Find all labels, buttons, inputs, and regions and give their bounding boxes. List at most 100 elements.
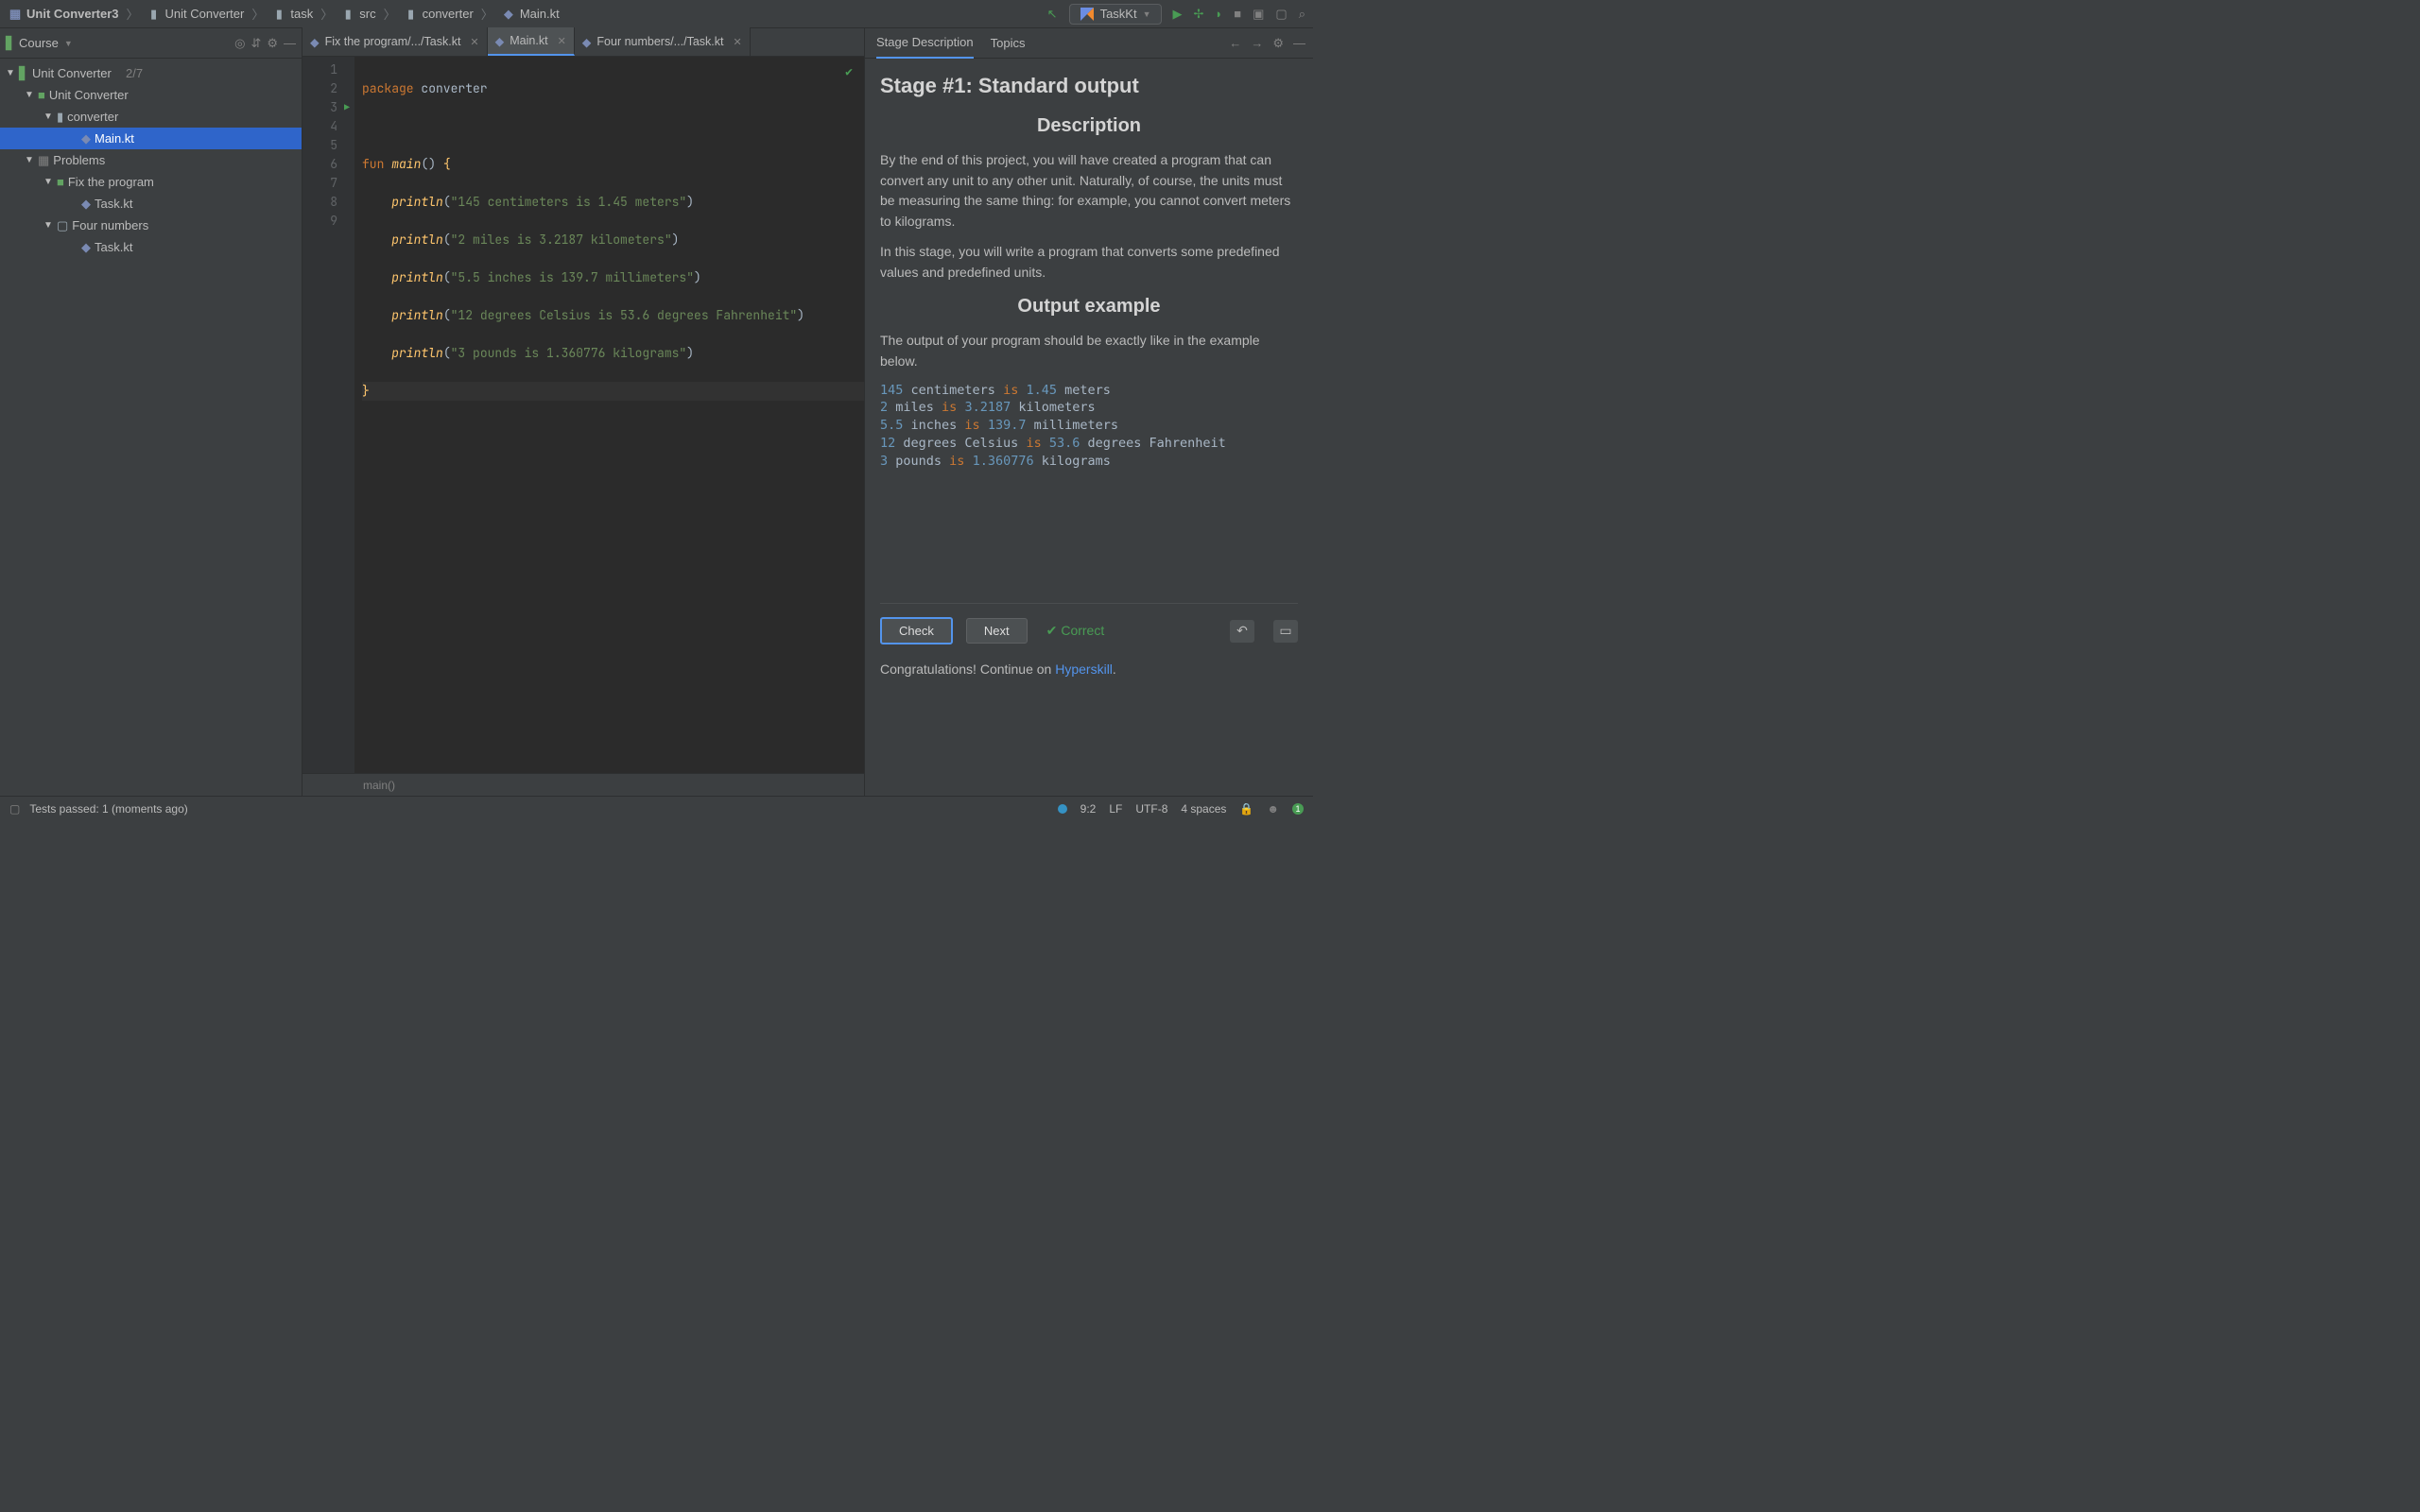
code-editor[interactable]: 1 2 3 4 5 6 7 8 9 ▶ ✔package converter f… bbox=[302, 57, 864, 773]
breadcrumb-footer[interactable]: main() bbox=[302, 773, 864, 796]
tree-item-lesson[interactable]: ▼■Unit Converter bbox=[0, 84, 302, 106]
folder-icon: ▮ bbox=[271, 7, 286, 22]
window-icon[interactable]: ▢ bbox=[1275, 7, 1287, 22]
inspection-ok-icon[interactable]: ✔ bbox=[845, 62, 853, 81]
output-example: 145 centimeters is 1.45 meters2 miles is… bbox=[880, 382, 1298, 471]
indent[interactable]: 4 spaces bbox=[1181, 802, 1226, 816]
notification-badge[interactable]: 1 bbox=[1292, 803, 1304, 815]
encoding[interactable]: UTF-8 bbox=[1135, 802, 1167, 816]
back-icon[interactable]: ← bbox=[1229, 36, 1241, 50]
project-icon: ▦ bbox=[8, 7, 23, 22]
editor-tab[interactable]: ◆Fix the program/.../Task.kt✕ bbox=[302, 27, 488, 56]
kotlin-file-icon: ◆ bbox=[81, 197, 91, 212]
tree-item-file-main[interactable]: ◆Main.kt bbox=[0, 128, 302, 149]
tool-window-icon[interactable]: ▢ bbox=[9, 802, 20, 816]
lock-icon[interactable]: 🔒 bbox=[1239, 802, 1253, 816]
top-toolbar: ▦Unit Converter3〉 ▮Unit Converter〉 ▮task… bbox=[0, 0, 1313, 28]
output-intro: The output of your program should be exa… bbox=[880, 331, 1298, 371]
gutter: 1 2 3 4 5 6 7 8 9 ▶ bbox=[302, 57, 354, 773]
editor-tab-active[interactable]: ◆Main.kt✕ bbox=[488, 27, 575, 56]
editor-tab[interactable]: ◆Four numbers/.../Task.kt✕ bbox=[575, 27, 751, 56]
task-description-panel: Stage Description Topics ← → ⚙ — Stage #… bbox=[864, 28, 1313, 796]
cursor-position[interactable]: 9:2 bbox=[1080, 802, 1097, 816]
stop-icon[interactable]: ■ bbox=[1234, 7, 1241, 21]
square-icon: ■ bbox=[38, 88, 45, 102]
code-content[interactable]: ✔package converter fun main() { println(… bbox=[354, 57, 864, 773]
hyperskill-link[interactable]: Hyperskill bbox=[1055, 662, 1113, 677]
collapse-icon[interactable]: ⇵ bbox=[251, 36, 261, 51]
course-tree: ▼▋Unit Converter 2/7 ▼■Unit Converter ▼▮… bbox=[0, 59, 302, 262]
correct-label: ✔Correct bbox=[1046, 621, 1105, 642]
status-tests[interactable]: Tests passed: 1 (moments ago) bbox=[29, 802, 187, 816]
breadcrumb-item[interactable]: ▮Unit Converter bbox=[147, 7, 245, 22]
description-p1: By the end of this project, you will hav… bbox=[880, 150, 1298, 232]
square-icon: ■ bbox=[57, 175, 64, 189]
line-separator[interactable]: LF bbox=[1109, 802, 1122, 816]
tab-topics[interactable]: Topics bbox=[991, 28, 1026, 59]
run-icon[interactable]: ▶ bbox=[1173, 7, 1183, 22]
folder-icon: ▮ bbox=[340, 7, 355, 22]
kotlin-file-icon: ◆ bbox=[81, 240, 91, 255]
tab-stage-description[interactable]: Stage Description bbox=[876, 28, 974, 59]
build-icon[interactable]: ↖ bbox=[1047, 7, 1058, 22]
chevron-down-icon: ▼ bbox=[1143, 9, 1151, 19]
tree-item-file[interactable]: ◆Task.kt bbox=[0, 236, 302, 258]
folder-icon: ▮ bbox=[404, 7, 419, 22]
close-icon[interactable]: ✕ bbox=[470, 36, 478, 48]
course-panel: ▋ Course ▼ ◎ ⇵ ⚙ — ▼▋Unit Converter 2/7 … bbox=[0, 28, 302, 796]
minimize-icon[interactable]: — bbox=[284, 36, 296, 50]
editor-area: ◆Fix the program/.../Task.kt✕ ◆Main.kt✕ … bbox=[302, 28, 864, 796]
congrats-text: Congratulations! Continue on Hyperskill. bbox=[880, 660, 1298, 680]
breadcrumb-item[interactable]: ▮src bbox=[340, 7, 375, 22]
breadcrumb-item[interactable]: ▮converter bbox=[404, 7, 474, 22]
undo-button[interactable]: ↶ bbox=[1230, 620, 1254, 643]
run-gutter-icon[interactable]: ▶ bbox=[344, 98, 350, 117]
folder-icon: ▮ bbox=[147, 7, 162, 22]
kotlin-file-icon: ◆ bbox=[81, 131, 91, 146]
debug-icon[interactable]: ✢ bbox=[1194, 7, 1204, 22]
course-title[interactable]: ▋ Course ▼ bbox=[6, 36, 229, 51]
check-button[interactable]: Check bbox=[880, 617, 953, 644]
status-bar: ▢ Tests passed: 1 (moments ago) 9:2 LF U… bbox=[0, 796, 1313, 820]
breadcrumb-item[interactable]: ▦Unit Converter3 bbox=[8, 7, 119, 22]
kotlin-icon bbox=[1080, 7, 1095, 22]
gear-icon[interactable]: ⚙ bbox=[1272, 36, 1284, 51]
run-config-selector[interactable]: TaskKt ▼ bbox=[1069, 4, 1162, 25]
stage-title: Stage #1: Standard output bbox=[880, 70, 1298, 102]
tree-item-file[interactable]: ◆Task.kt bbox=[0, 193, 302, 215]
forward-icon[interactable]: → bbox=[1251, 36, 1263, 50]
kotlin-file-icon: ◆ bbox=[582, 35, 592, 49]
run-coverage-icon[interactable]: ◗ bbox=[1215, 7, 1222, 21]
tree-item-root[interactable]: ▼▋Unit Converter 2/7 bbox=[0, 62, 302, 84]
folder-icon: ▮ bbox=[57, 110, 63, 125]
kotlin-file-icon: ◆ bbox=[495, 34, 505, 48]
comment-button[interactable]: ▭ bbox=[1273, 620, 1298, 643]
breadcrumb-item[interactable]: ◆Main.kt bbox=[501, 7, 560, 22]
target-icon[interactable]: ◎ bbox=[234, 36, 245, 51]
book-icon: ▋ bbox=[6, 36, 15, 51]
square-icon: ▢ bbox=[57, 218, 68, 233]
gear-icon[interactable]: ⚙ bbox=[267, 36, 278, 51]
status-indicator-icon[interactable] bbox=[1058, 804, 1067, 814]
description-p2: In this stage, you will write a program … bbox=[880, 242, 1298, 283]
tree-item-task[interactable]: ▼■Fix the program bbox=[0, 171, 302, 193]
kotlin-file-icon: ◆ bbox=[310, 35, 320, 49]
person-icon[interactable]: ☻ bbox=[1267, 802, 1279, 816]
kotlin-file-icon: ◆ bbox=[501, 7, 516, 22]
close-icon[interactable]: ✕ bbox=[733, 36, 741, 48]
tree-item-package[interactable]: ▼▮converter bbox=[0, 106, 302, 128]
tree-item-problems[interactable]: ▼▦Problems bbox=[0, 149, 302, 171]
book-icon: ▋ bbox=[19, 66, 28, 81]
close-icon[interactable]: ✕ bbox=[558, 35, 566, 47]
grid-icon: ▦ bbox=[38, 153, 49, 168]
check-icon: ✔ bbox=[1046, 621, 1058, 642]
tree-item-task[interactable]: ▼▢Four numbers bbox=[0, 215, 302, 236]
output-heading: Output example bbox=[880, 292, 1298, 321]
minimize-icon[interactable]: — bbox=[1293, 36, 1305, 50]
chevron-down-icon: ▼ bbox=[64, 39, 73, 48]
layout-icon[interactable]: ▣ bbox=[1253, 7, 1264, 22]
search-icon[interactable]: ⌕ bbox=[1299, 7, 1305, 22]
breadcrumb-item[interactable]: ▮task bbox=[271, 7, 313, 22]
editor-tabs: ◆Fix the program/.../Task.kt✕ ◆Main.kt✕ … bbox=[302, 28, 864, 57]
next-button[interactable]: Next bbox=[966, 618, 1028, 644]
